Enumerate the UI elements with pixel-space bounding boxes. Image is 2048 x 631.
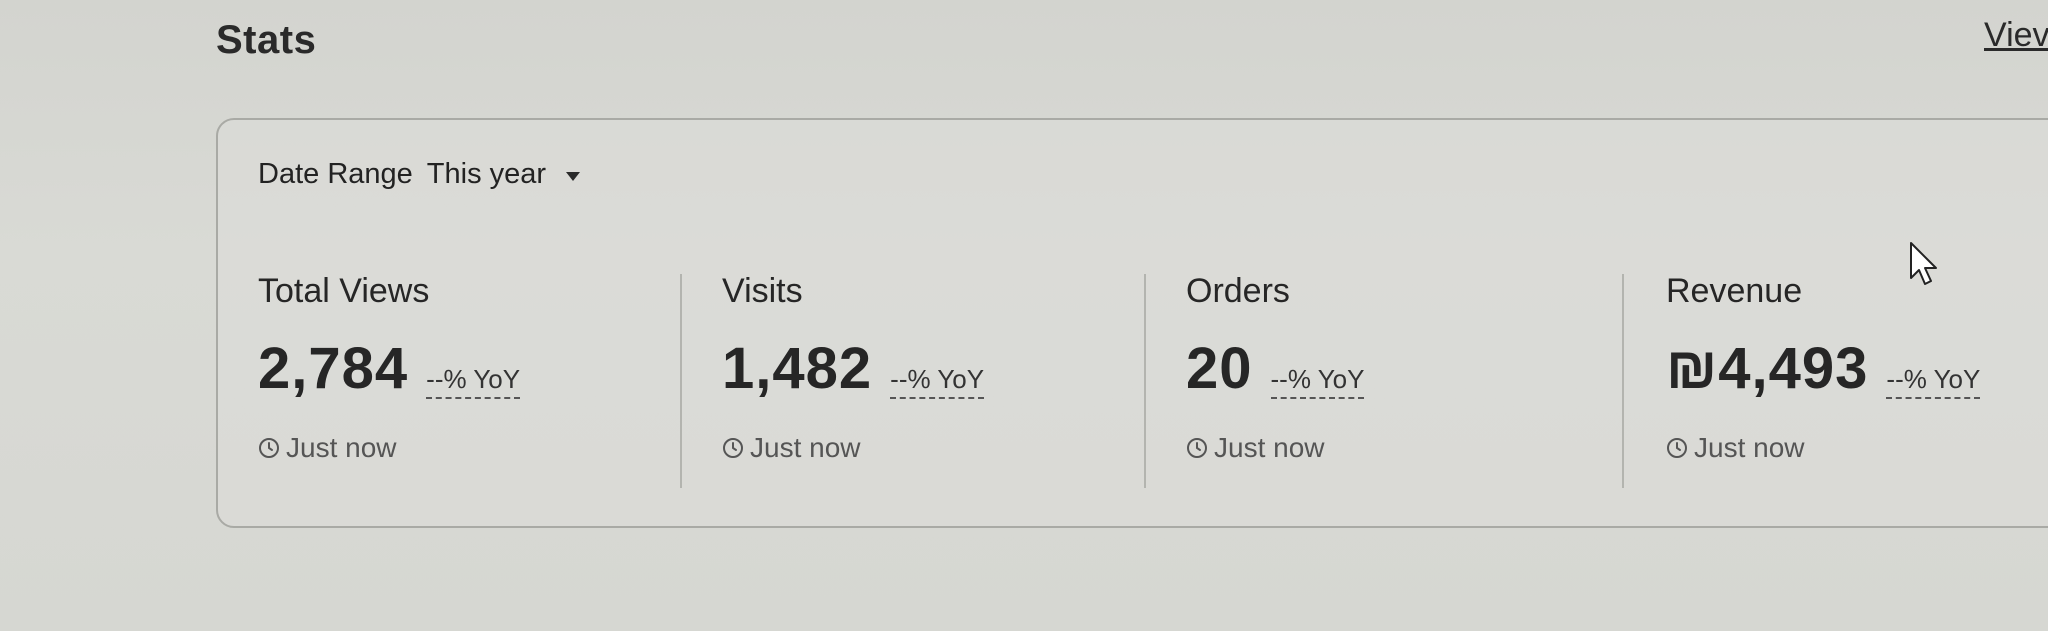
updated-text: Just now <box>1694 432 1805 463</box>
metric-value: ₪4,493 <box>1666 336 1869 401</box>
view-all-link[interactable]: Viev <box>1984 16 2048 55</box>
date-range-value: This year <box>426 158 547 190</box>
clock-icon <box>1667 438 1687 458</box>
yoy-change[interactable]: --% YoY <box>890 364 985 399</box>
metric-value: 2,784 <box>258 336 409 401</box>
metric-orders: Orders 20 --% YoY Just now <box>1186 272 1365 464</box>
section-title: Stats <box>216 18 317 62</box>
date-range-label: Date Range <box>258 158 413 190</box>
clock-icon <box>259 438 279 458</box>
metric-updated: Just now <box>258 432 520 464</box>
metric-total-views: Total Views 2,784 --% YoY Just now <box>258 272 521 464</box>
metric-updated: Just now <box>722 432 984 464</box>
metric-updated: Just now <box>1186 432 1364 464</box>
updated-text: Just now <box>750 432 861 463</box>
updated-text: Just now <box>286 432 397 463</box>
metric-revenue: Revenue ₪4,493 --% YoY Just now <box>1666 272 1981 464</box>
date-range-selector[interactable]: Date Range This year <box>258 158 581 191</box>
metric-updated: Just now <box>1666 432 1980 464</box>
metric-label: Visits <box>722 272 803 310</box>
cursor-icon <box>1910 242 1937 285</box>
metric-label: Total Views <box>258 272 430 310</box>
metric-value-row: 2,784 --% YoY <box>258 335 521 402</box>
metric-divider <box>1144 274 1146 488</box>
metric-value: 1,482 <box>722 336 873 401</box>
metric-label: Orders <box>1186 272 1290 310</box>
updated-text: Just now <box>1214 432 1325 463</box>
yoy-change[interactable]: --% YoY <box>1270 364 1365 399</box>
metric-value-row: 20 --% YoY <box>1186 335 1365 402</box>
metric-divider <box>680 274 682 488</box>
clock-icon <box>723 438 743 458</box>
yoy-change[interactable]: --% YoY <box>1886 364 1981 399</box>
caret-down-icon <box>566 171 581 181</box>
metric-value-row: 1,482 --% YoY <box>722 335 985 402</box>
metric-visits: Visits 1,482 --% YoY Just now <box>722 272 985 464</box>
yoy-change[interactable]: --% YoY <box>426 364 521 399</box>
metric-value: 20 <box>1186 336 1253 401</box>
metric-value-row: ₪4,493 --% YoY <box>1666 335 1981 402</box>
metric-divider <box>1622 274 1624 488</box>
clock-icon <box>1187 438 1207 458</box>
